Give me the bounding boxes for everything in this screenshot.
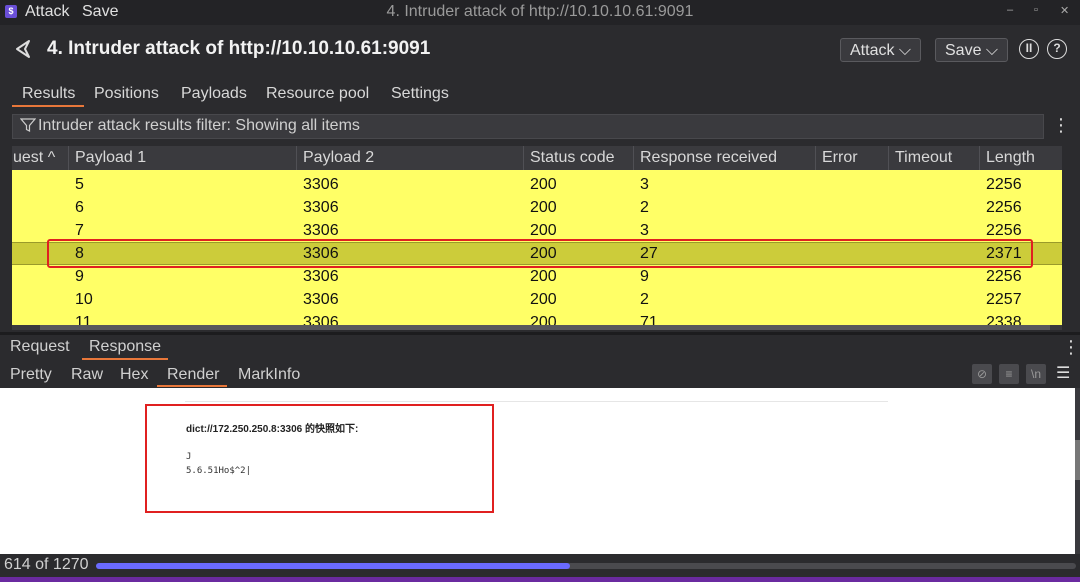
cell-payload1: 11 (75, 314, 92, 325)
cell-status: 200 (530, 176, 557, 193)
cell-received: 3 (640, 176, 649, 193)
column-divider[interactable] (523, 146, 524, 170)
window-title: 4. Intruder attack of http://10.10.10.61… (386, 3, 694, 20)
cell-length: 2256 (986, 176, 1022, 193)
filter-icon (20, 118, 36, 132)
tab-results[interactable]: Results (22, 85, 75, 103)
hide-icon[interactable]: ⊘ (972, 364, 992, 384)
help-icon[interactable]: ? (1047, 39, 1067, 59)
column-error[interactable]: Error (822, 149, 858, 167)
active-tab-indicator (12, 105, 84, 107)
cell-status: 200 (530, 199, 557, 216)
kebab-menu-icon[interactable]: ⋮ (1062, 337, 1080, 358)
cell-payload1: 9 (75, 268, 84, 285)
cell-received: 9 (640, 268, 649, 285)
column-payload2[interactable]: Payload 2 (303, 149, 374, 167)
table-row[interactable]: 11 3306 200 71 2338 (12, 312, 1062, 325)
tab-positions[interactable]: Positions (94, 85, 159, 103)
selected-row-annotation-box (47, 239, 1033, 268)
column-timeout[interactable]: Timeout (895, 149, 952, 167)
column-divider[interactable] (296, 146, 297, 170)
tab-render[interactable]: Render (167, 366, 219, 384)
column-response-received[interactable]: Response received (640, 149, 777, 167)
render-scroll-thumb[interactable] (1075, 440, 1080, 480)
wrap-lines-icon[interactable]: ≡ (999, 364, 1019, 384)
cell-received: 3 (640, 222, 649, 239)
cell-length: 2256 (986, 268, 1022, 285)
cell-payload2: 3306 (303, 314, 339, 325)
render-annotation-box (145, 404, 494, 513)
render-divider (185, 401, 888, 402)
cell-length: 2338 (986, 314, 1022, 325)
tab-settings[interactable]: Settings (391, 85, 449, 103)
cell-length: 2257 (986, 291, 1022, 308)
filter-text: Intruder attack results filter: Showing … (38, 117, 360, 134)
cell-length: 2256 (986, 222, 1022, 239)
cell-payload1: 7 (75, 222, 84, 239)
intruder-back-icon[interactable] (12, 38, 34, 60)
cell-payload1: 6 (75, 199, 84, 216)
maximize-icon[interactable]: ▫ (1034, 4, 1038, 16)
table-vertical-scrollbar[interactable] (1062, 170, 1070, 325)
column-divider[interactable] (979, 146, 980, 170)
column-divider[interactable] (888, 146, 889, 170)
tab-pretty[interactable]: Pretty (10, 366, 52, 384)
cell-received: 2 (640, 291, 649, 308)
table-row[interactable]: 9 3306 200 9 2256 (12, 266, 1062, 289)
table-row[interactable]: 10 3306 200 2 2257 (12, 289, 1062, 312)
table-row[interactable]: 5 3306 200 3 2256 (12, 174, 1062, 197)
column-length[interactable]: Length (986, 149, 1035, 167)
column-status-code[interactable]: Status code (530, 149, 615, 167)
tab-response[interactable]: Response (89, 338, 161, 356)
cell-payload2: 3306 (303, 291, 339, 308)
column-request[interactable]: uest ^ (13, 149, 55, 167)
cell-payload1: 5 (75, 176, 84, 193)
cell-payload2: 3306 (303, 268, 339, 285)
tab-payloads[interactable]: Payloads (181, 85, 247, 103)
tab-raw[interactable]: Raw (71, 366, 103, 384)
close-icon[interactable]: ✕ (1060, 4, 1069, 17)
progress-count: 614 of 1270 (4, 556, 89, 573)
tab-markinfo[interactable]: MarkInfo (238, 366, 300, 384)
tab-resource-pool[interactable]: Resource pool (266, 85, 369, 103)
active-tab-indicator (82, 358, 168, 360)
minimize-icon[interactable]: – (1007, 4, 1013, 16)
cell-received: 2 (640, 199, 649, 216)
tab-request[interactable]: Request (10, 338, 70, 356)
column-payload1[interactable]: Payload 1 (75, 149, 146, 167)
page-title: 4. Intruder attack of http://10.10.10.61… (47, 38, 431, 59)
pane-splitter[interactable] (0, 332, 1080, 335)
table-row[interactable]: 6 3306 200 2 2256 (12, 197, 1062, 220)
taskbar-strip (0, 577, 1080, 582)
save-dropdown-button[interactable]: Save ⌵ (935, 38, 1009, 62)
tab-hex[interactable]: Hex (120, 366, 148, 384)
column-divider[interactable] (68, 146, 69, 170)
cell-status: 200 (530, 291, 557, 308)
cell-payload1: 10 (75, 291, 93, 308)
column-divider[interactable] (633, 146, 634, 170)
cell-length: 2256 (986, 199, 1022, 216)
cell-payload2: 3306 (303, 222, 339, 239)
cell-status: 200 (530, 222, 557, 239)
cell-received: 71 (640, 314, 658, 325)
cell-payload2: 3306 (303, 199, 339, 216)
newline-icon[interactable]: \n (1026, 364, 1046, 384)
attack-dropdown-button[interactable]: Attack ⌵ (840, 38, 922, 62)
menu-icon[interactable]: ☰ (1056, 363, 1070, 383)
progress-fill (96, 563, 570, 569)
cell-status: 200 (530, 314, 557, 325)
cell-payload2: 3306 (303, 176, 339, 193)
pause-icon[interactable]: II (1019, 39, 1039, 59)
horizontal-scroll-thumb[interactable] (40, 325, 1050, 330)
cell-status: 200 (530, 268, 557, 285)
active-tab-indicator (157, 385, 227, 387)
column-divider[interactable] (815, 146, 816, 170)
kebab-menu-icon[interactable]: ⋮ (1052, 115, 1070, 136)
